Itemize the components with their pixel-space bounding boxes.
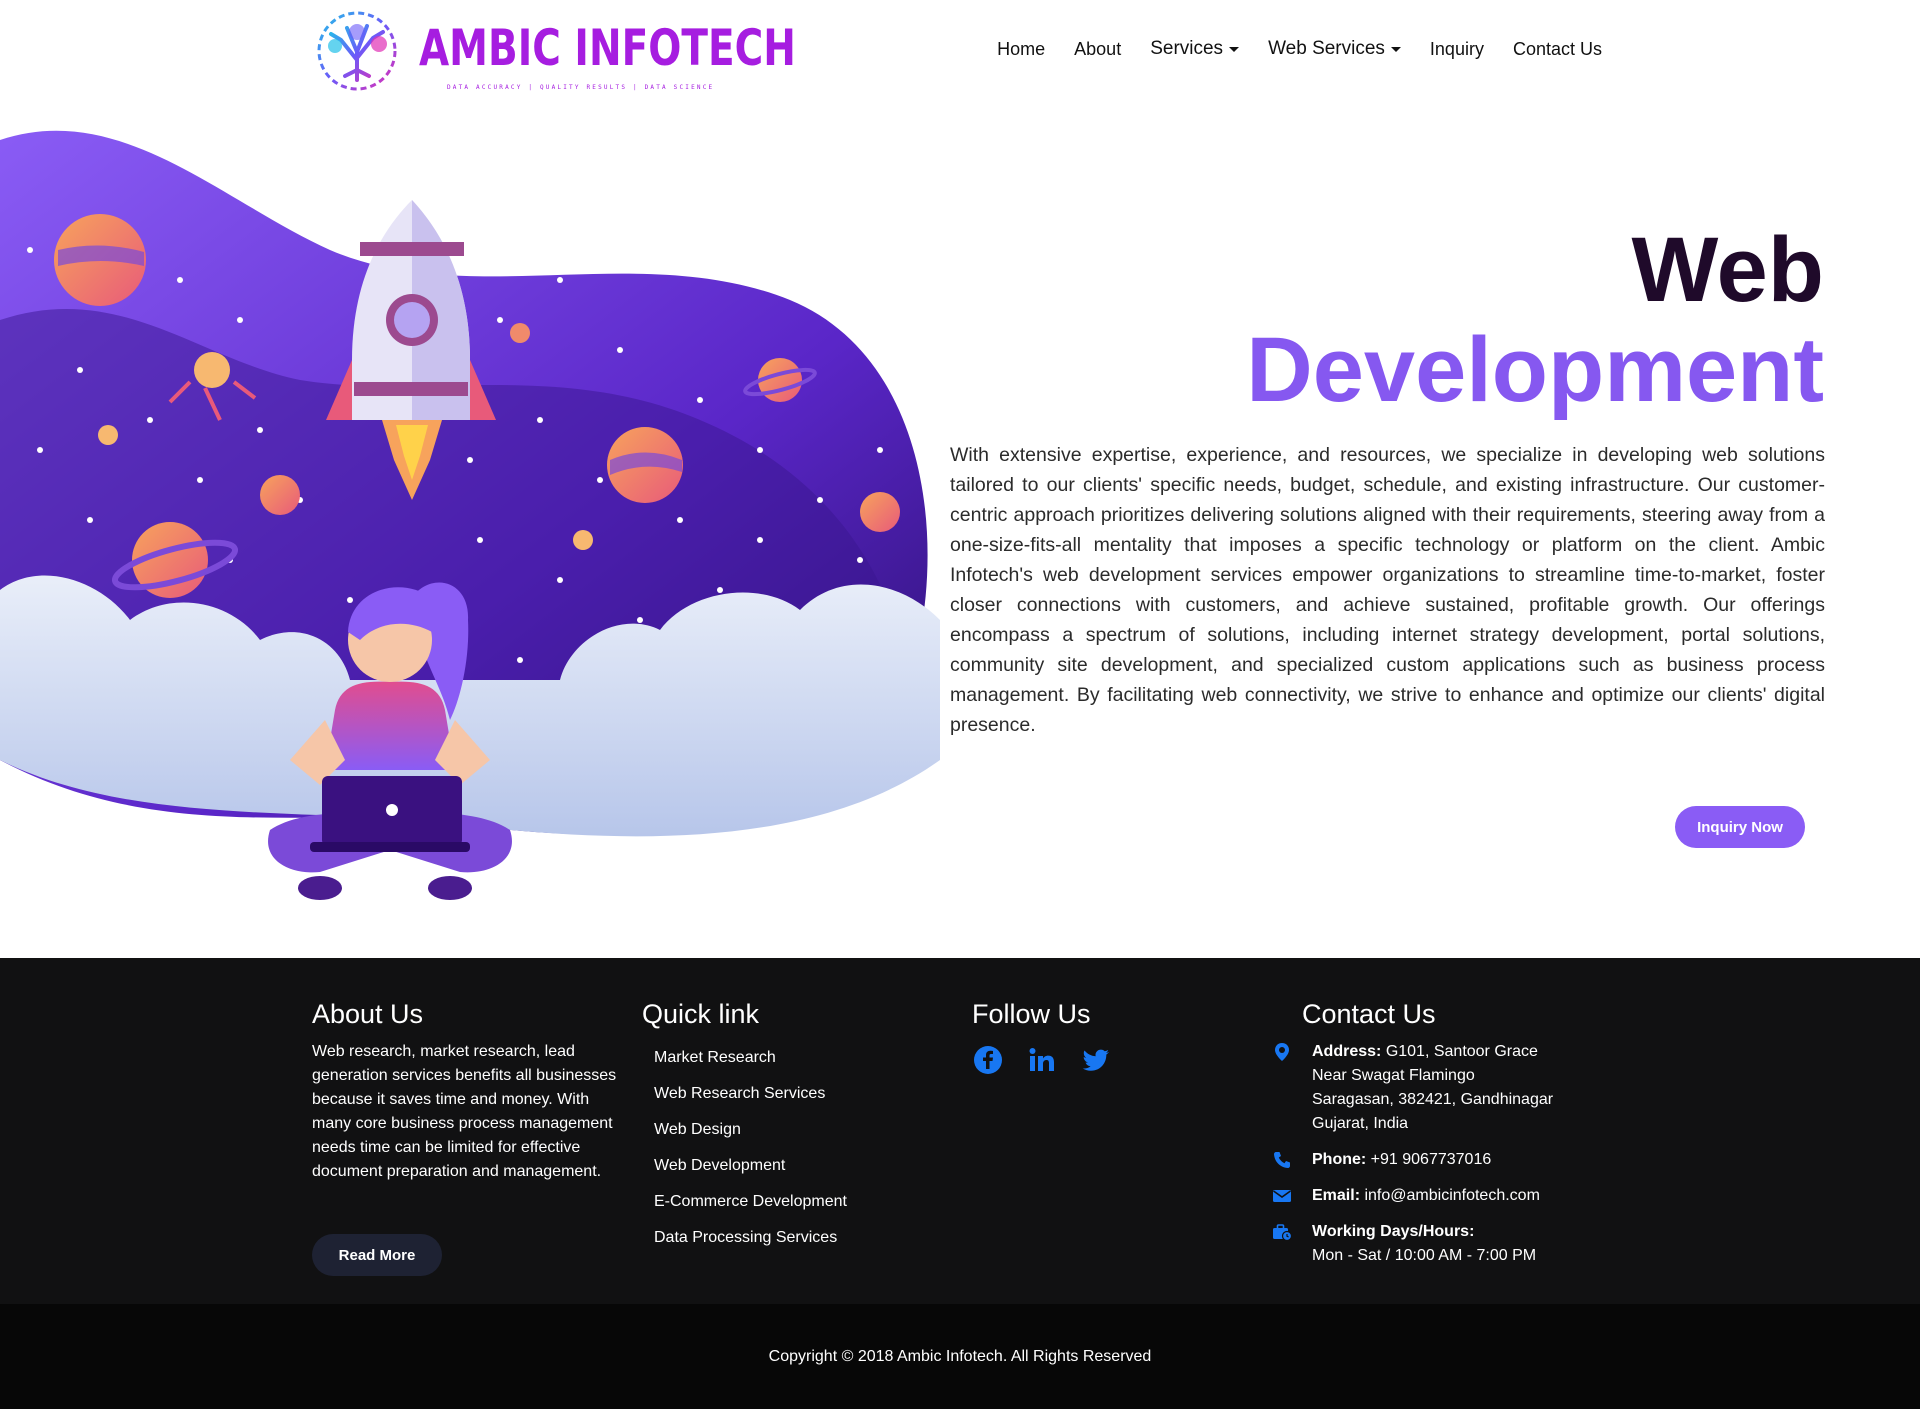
nav-inquiry-label: Inquiry: [1429, 38, 1484, 59]
nav-contact[interactable]: Contact Us: [1513, 39, 1602, 60]
address-label: Address:: [1312, 1043, 1382, 1060]
quick-link-web-development[interactable]: Web Development: [654, 1148, 942, 1184]
main-nav: Home About Services Web Services Inquiry…: [968, 38, 1602, 60]
brand-tagline: DATA ACCURACY | QUALITY RESULTS | DATA S…: [447, 84, 715, 91]
nav-web-services-dropdown[interactable]: Web Services: [1268, 38, 1401, 60]
nav-contact-label: Contact Us: [1512, 38, 1602, 59]
contact-email: Email: info@ambicinfotech.com: [1273, 1184, 1622, 1208]
quick-link-market-research[interactable]: Market Research: [654, 1040, 942, 1076]
copyright-text: Copyright © 2018 Ambic Infotech. All Rig…: [768, 1347, 1152, 1365]
nav-services-dropdown[interactable]: Services: [1150, 38, 1240, 60]
envelope-icon: [1273, 1190, 1291, 1202]
quick-link-data-processing[interactable]: Data Processing Services: [654, 1220, 942, 1256]
contact-hours: Working Days/Hours: Mon - Sat / 10:00 AM…: [1273, 1220, 1622, 1268]
quick-link-web-design[interactable]: Web Design: [654, 1112, 942, 1148]
email-value[interactable]: info@ambicinfotech.com: [1364, 1187, 1539, 1204]
briefcase-clock-icon: [1273, 1224, 1292, 1242]
contact-address: Address: G101, Santoor Grace Near Swagat…: [1275, 1040, 1622, 1136]
site-logo[interactable]: AMBIC INFOTECH DATA ACCURACY | QUALITY R…: [315, 10, 796, 92]
hours-value: Mon - Sat / 10:00 AM - 7:00 PM: [1312, 1247, 1537, 1264]
copyright-bar: Copyright © 2018 Ambic Infotech. All Rig…: [0, 1304, 1920, 1409]
address-line-3: Saragasan, 382421, Gandhinagar: [1312, 1091, 1554, 1108]
address-line-2: Near Swagat Flamingo: [1312, 1067, 1475, 1084]
tree-logo-icon: [317, 11, 397, 91]
nav-services-label: Services: [1150, 38, 1224, 59]
footer-follow: Follow Us: [972, 998, 1252, 1076]
footer-follow-heading: Follow Us: [972, 999, 1091, 1029]
linkedin-icon[interactable]: [1026, 1044, 1058, 1076]
quick-link-web-research[interactable]: Web Research Services: [654, 1076, 942, 1112]
footer-contact: Contact Us Address: G101, Santoor Grace …: [1273, 998, 1622, 1280]
inquiry-now-button[interactable]: Inquiry Now: [1675, 806, 1805, 848]
nav-home[interactable]: Home: [997, 39, 1045, 60]
footer-about-text: Web research, market research, lead gene…: [312, 1043, 617, 1180]
read-more-button[interactable]: Read More: [312, 1234, 442, 1276]
footer-quick-links: Quick link Market Research Web Research …: [642, 998, 942, 1256]
quick-link-ecommerce[interactable]: E-Commerce Development: [654, 1184, 942, 1220]
nav-home-label: Home: [997, 38, 1046, 59]
rocket-space-illustration: [0, 130, 940, 900]
brand-name: AMBIC INFOTECH: [419, 19, 796, 77]
hero-description: With extensive expertise, experience, an…: [950, 444, 1825, 736]
address-line-4: Gujarat, India: [1312, 1115, 1409, 1132]
footer-about: About Us Web research, market research, …: [312, 998, 622, 1184]
site-footer: About Us Web research, market research, …: [0, 958, 1920, 1304]
phone-label: Phone:: [1312, 1151, 1367, 1168]
hero-title-line-2: Development: [1246, 319, 1824, 421]
site-header: AMBIC INFOTECH DATA ACCURACY | QUALITY R…: [0, 0, 1920, 110]
phone-value[interactable]: +91 9067737016: [1371, 1151, 1492, 1168]
hours-label: Working Days/Hours:: [1312, 1223, 1475, 1240]
twitter-icon[interactable]: [1080, 1044, 1112, 1076]
nav-about[interactable]: About: [1074, 39, 1121, 60]
caret-down-icon: [1229, 46, 1240, 52]
location-pin-icon: [1275, 1043, 1289, 1061]
email-label: Email:: [1312, 1187, 1361, 1204]
nav-inquiry[interactable]: Inquiry: [1430, 39, 1484, 60]
hero-title-line-1: Web: [1631, 219, 1824, 321]
address-line-1: G101, Santoor Grace: [1385, 1043, 1538, 1060]
phone-icon: [1274, 1152, 1290, 1168]
social-links: [972, 1044, 1252, 1076]
nav-web-services-label: Web Services: [1268, 38, 1385, 59]
caret-down-icon: [1390, 46, 1401, 52]
nav-about-label: About: [1074, 38, 1122, 59]
contact-phone: Phone: +91 9067737016: [1274, 1148, 1622, 1172]
footer-contact-heading: Contact Us: [1302, 999, 1436, 1029]
footer-quick-heading: Quick link: [642, 999, 760, 1029]
facebook-icon[interactable]: [972, 1044, 1004, 1076]
footer-about-heading: About Us: [312, 999, 424, 1029]
